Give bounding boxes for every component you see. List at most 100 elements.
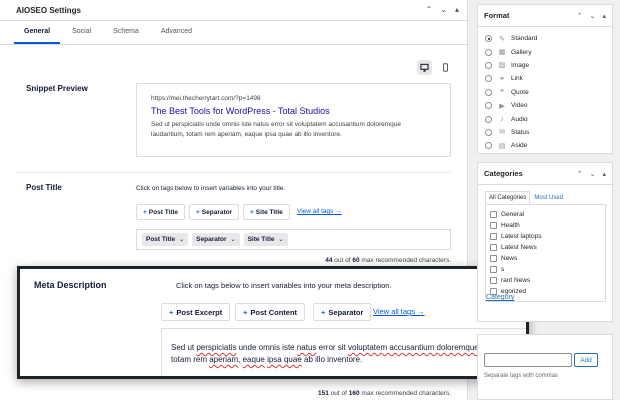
insert-post-content-button[interactable]: + Post Content (235, 303, 306, 321)
tag-chip[interactable]: Separator ⌄ (192, 233, 240, 246)
quote-icon: ❝ (500, 89, 504, 97)
status-icon: ✉ (499, 129, 505, 137)
tab-general[interactable]: General (14, 21, 61, 44)
view-all-tags-link[interactable]: View all tags → (373, 307, 425, 316)
checkbox[interactable] (490, 255, 497, 262)
collapse-icon[interactable]: ▴ (602, 170, 606, 178)
category-item[interactable]: Latest laptops (490, 231, 601, 242)
insert-post-title-button[interactable]: + Post Title (136, 204, 185, 220)
settings-tabs: General Social Schema Advanced (0, 21, 467, 45)
tag-chip[interactable]: Site Title ⌄ (243, 233, 288, 246)
tags-box: Add Separate tags with commas (477, 334, 613, 400)
meta-description-section: Meta Description Click on tags below to … (17, 266, 529, 379)
desktop-icon[interactable] (417, 60, 432, 75)
tab-social[interactable]: Social (62, 21, 101, 44)
video-icon: ▶ (499, 102, 505, 110)
move-down-icon[interactable]: ⌄ (440, 6, 447, 14)
radio-button[interactable] (485, 142, 492, 150)
move-up-icon[interactable]: ⌃ (577, 170, 583, 178)
plus-icon: + (196, 208, 200, 216)
snippet-description: Sed ut perspiciatis unde omnis iste natu… (151, 121, 402, 138)
format-option-video[interactable]: ▶ Video (485, 99, 606, 112)
tag-hint: Separate tags with commas (484, 373, 559, 379)
radio-button[interactable] (485, 75, 492, 83)
format-box: Format ⌃ ⌄ ▴ ✎ Standard ▦ Gallery ▨ Image ⚭ Li… (477, 4, 613, 154)
device-toggle (417, 60, 453, 75)
radio-button[interactable] (485, 61, 492, 69)
radio-button[interactable] (485, 88, 492, 96)
tag-input[interactable] (484, 353, 572, 367)
format-option-gallery[interactable]: ▦ Gallery (485, 45, 606, 58)
plus-icon: + (321, 307, 326, 317)
image-icon: ▨ (498, 62, 506, 70)
insert-post-excerpt-button[interactable]: + Post Excerpt (161, 303, 231, 321)
collapse-icon[interactable]: ▴ (602, 12, 606, 20)
checkbox[interactable] (490, 266, 497, 273)
mobile-icon[interactable] (438, 60, 453, 75)
format-option-link[interactable]: ⚭ Link (485, 72, 606, 85)
category-item[interactable]: News (490, 253, 601, 264)
format-list: ✎ Standard ▦ Gallery ▨ Image ⚭ Link ❝ Quote ▶… (478, 27, 612, 153)
panel-controls: ⌃ ⌄ ▴ (426, 6, 459, 14)
checkbox[interactable] (490, 244, 497, 251)
format-box-header: Format ⌃ ⌄ ▴ (478, 5, 612, 27)
add-category-link[interactable]: Category (486, 294, 514, 301)
plus-icon: + (250, 208, 254, 216)
radio-button[interactable] (485, 115, 492, 123)
panel-header: AIOSEO Settings ⌃ ⌄ ▴ (0, 0, 467, 21)
insert-separator-button[interactable]: + Separator (313, 303, 372, 321)
post-title-char-count: 44 out of 60 max recommended characters. (325, 257, 451, 264)
category-item[interactable]: Health (490, 220, 601, 231)
format-option-standard[interactable]: ✎ Standard (485, 32, 606, 45)
categories-box-title: Categories (484, 169, 523, 178)
tab-schema[interactable]: Schema (103, 21, 149, 44)
category-item[interactable]: rant News (490, 275, 601, 286)
post-title-input[interactable]: Post Title ⌄ Separator ⌄ Site Title ⌄ (136, 229, 451, 250)
format-option-aside[interactable]: ▤ Aside (485, 139, 606, 152)
aside-icon: ▤ (498, 142, 506, 150)
tab-all-categories[interactable]: All Categories (485, 191, 531, 204)
plus-icon: + (243, 307, 248, 317)
categories-box: Categories ⌃ ⌄ ▴ All Categories Most Used … (477, 162, 613, 322)
plus-icon: + (169, 307, 174, 317)
checkbox[interactable] (490, 222, 497, 229)
view-all-tags-link[interactable]: View all tags → (297, 208, 342, 215)
insert-site-title-button[interactable]: + Site Title (243, 204, 290, 220)
move-down-icon[interactable]: ⌄ (590, 170, 596, 178)
divider (16, 172, 451, 173)
meta-description-char-count: 151 out of 160 max recommended character… (317, 390, 451, 397)
radio-button[interactable] (485, 128, 492, 136)
plus-icon: + (143, 208, 147, 216)
format-option-audio[interactable]: ♪ Audio (485, 112, 606, 125)
post-title-hint: Click on tags below to insert variables … (136, 185, 286, 192)
radio-button[interactable] (485, 102, 492, 110)
tag-input-row: Add (484, 353, 598, 367)
tag-chip[interactable]: Post Title ⌄ (142, 233, 189, 246)
chevron-down-icon: ⌄ (278, 237, 284, 243)
checkbox[interactable] (490, 277, 497, 284)
insert-separator-button[interactable]: + Separator (189, 204, 240, 220)
format-option-quote[interactable]: ❝ Quote (485, 86, 606, 99)
category-item[interactable]: s (490, 264, 601, 275)
tab-advanced[interactable]: Advanced (151, 21, 202, 44)
radio-button[interactable] (485, 48, 492, 56)
tab-most-used[interactable]: Most Used (530, 191, 568, 204)
collapse-icon[interactable]: ▴ (455, 6, 459, 14)
checkbox[interactable] (490, 233, 497, 240)
format-option-status[interactable]: ✉ Status (485, 126, 606, 139)
move-down-icon[interactable]: ⌄ (590, 12, 596, 20)
category-item[interactable]: Latest News (490, 242, 601, 253)
meta-description-input[interactable]: Sed ut perspiciatis unde omnis iste natu… (161, 328, 526, 376)
meta-description-hint: Click on tags below to insert variables … (176, 281, 392, 290)
move-up-icon[interactable]: ⌃ (577, 12, 583, 20)
format-option-image[interactable]: ▨ Image (485, 59, 606, 72)
categories-box-header: Categories ⌃ ⌄ ▴ (478, 163, 612, 185)
radio-button[interactable] (485, 35, 492, 43)
post-title-label: Post Title (26, 183, 62, 192)
category-item[interactable]: General (490, 209, 601, 220)
add-tag-button[interactable]: Add (574, 353, 598, 367)
snippet-preview: https://mei.thecherrytart.com/?p=1498 Th… (136, 83, 451, 157)
checkbox[interactable] (490, 211, 497, 218)
move-up-icon[interactable]: ⌃ (426, 6, 433, 14)
snippet-title: The Best Tools for WordPress - Total Stu… (151, 106, 330, 116)
